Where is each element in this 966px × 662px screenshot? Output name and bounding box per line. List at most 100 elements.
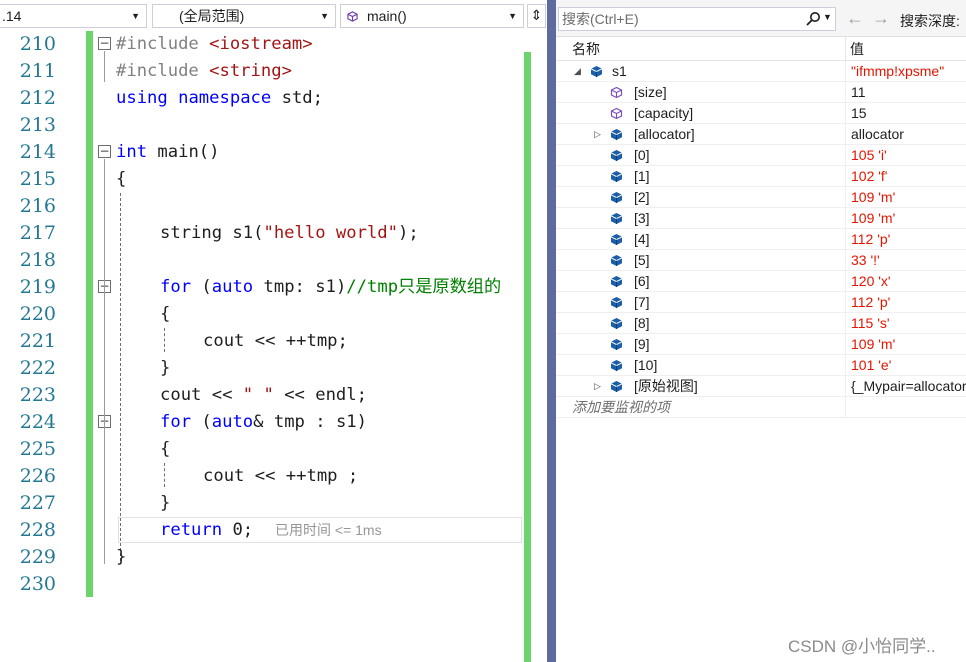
watch-value[interactable]: 120 'x': [851, 271, 891, 292]
column-divider: [845, 208, 846, 229]
code-line-221: cout << ++tmp;: [203, 328, 348, 355]
watch-name: [capacity]: [634, 105, 694, 121]
watch-row[interactable]: [capacity] 15: [556, 103, 966, 124]
code-line-210: #include <iostream>: [116, 31, 313, 58]
keyword: auto: [211, 412, 254, 432]
code-line-217: string s1("hello world");: [160, 220, 419, 247]
watch-value[interactable]: allocator: [851, 124, 904, 145]
column-divider: [845, 313, 846, 334]
watch-name: [7]: [634, 294, 650, 310]
watch-value[interactable]: 101 'e': [851, 355, 891, 376]
search-icon[interactable]: [805, 11, 821, 27]
column-divider: [845, 376, 846, 397]
watch-row[interactable]: [6] 120 'x': [556, 271, 966, 292]
watch-value[interactable]: 105 'i': [851, 145, 887, 166]
function-dropdown-value: main(): [367, 8, 407, 24]
add-watch-placeholder[interactable]: 添加要监视的项: [572, 397, 670, 418]
watch-toolbar: ▼ ← → 搜索深度:: [556, 0, 966, 37]
preprocessor-token: #include: [116, 61, 210, 81]
code-text: cout << ++tmp;: [203, 331, 348, 351]
watch-name: [4]: [634, 231, 650, 247]
watch-row[interactable]: [0] 105 'i': [556, 145, 966, 166]
code-line-220: {: [160, 301, 170, 328]
code-editor-pane[interactable]: .14 ▼ (全局范围) ▼ main() ▼ ⇕ 210 211 212 213 21…: [0, 0, 547, 662]
watch-row[interactable]: [5] 33 '!': [556, 250, 966, 271]
code-text: tmp: s1): [253, 277, 347, 297]
back-arrow-icon[interactable]: ←: [846, 8, 864, 28]
code-text: }: [116, 547, 127, 567]
method-cube-icon: [347, 11, 358, 22]
expand-arrow-icon[interactable]: ▷: [594, 128, 604, 140]
keyword: for: [160, 412, 192, 432]
watch-value[interactable]: 102 'f': [851, 166, 887, 187]
include-outline-guide: [104, 51, 105, 82]
watch-name: [5]: [634, 252, 650, 268]
watch-value[interactable]: 112 'p': [851, 292, 890, 313]
watch-value[interactable]: {_Mypair=allocator: [851, 376, 966, 397]
keyword: int: [116, 142, 148, 162]
collapse-icon[interactable]: −: [98, 145, 111, 158]
watch-row[interactable]: [3] 109 'm': [556, 208, 966, 229]
code-line-225: {: [160, 436, 170, 463]
watch-row[interactable]: [9] 109 'm': [556, 334, 966, 355]
watch-value[interactable]: 109 'm': [851, 334, 895, 355]
watch-value[interactable]: 109 'm': [851, 187, 895, 208]
watch-row[interactable]: [4] 112 'p': [556, 229, 966, 250]
column-divider[interactable]: [845, 37, 846, 61]
perf-tip[interactable]: 已用时间 <= 1ms: [275, 521, 382, 539]
forward-arrow-icon[interactable]: →: [872, 8, 890, 28]
column-header-value[interactable]: 值: [850, 37, 864, 61]
string-literal: " ": [242, 385, 274, 405]
chevron-down-icon: ▼: [131, 11, 140, 21]
function-dropdown[interactable]: main() ▼: [340, 4, 524, 28]
function-outline-guide: [104, 159, 105, 564]
search-box[interactable]: ▼: [558, 7, 836, 31]
watch-row[interactable]: ▷ [原始视图] {_Mypair=allocator: [556, 376, 966, 397]
project-dropdown[interactable]: .14 ▼: [0, 4, 147, 28]
watch-row[interactable]: [1] 102 'f': [556, 166, 966, 187]
watch-window: ▼ ← → 搜索深度: 名称 值 ◢ s1 "ifmmp!xpsme" [size] 1…: [556, 0, 966, 662]
split-window-button[interactable]: ⇕: [527, 4, 546, 28]
code-text: string s1(: [160, 223, 264, 243]
watch-row[interactable]: [size] 11: [556, 82, 966, 103]
column-header-name[interactable]: 名称: [572, 37, 600, 61]
chevron-down-icon[interactable]: ▼: [823, 12, 832, 22]
watch-name: [size]: [634, 84, 667, 100]
column-divider: [845, 334, 846, 355]
code-line-215: {: [116, 166, 126, 193]
watch-value[interactable]: 115 's': [851, 313, 890, 334]
code-line-223: cout << " " << endl;: [160, 382, 367, 409]
code-line-224: for (auto& tmp : s1): [160, 409, 367, 436]
watch-row[interactable]: [8] 115 's': [556, 313, 966, 334]
column-divider: [845, 145, 846, 166]
chevron-down-icon: ▼: [320, 11, 329, 21]
pane-splitter[interactable]: [547, 0, 556, 662]
watch-value[interactable]: 109 'm': [851, 208, 895, 229]
watch-row[interactable]: ▷ [allocator] allocator: [556, 124, 966, 145]
collapse-arrow-icon[interactable]: ◢: [574, 65, 584, 77]
watch-row[interactable]: [10] 101 'e': [556, 355, 966, 376]
keyword: auto: [211, 277, 254, 297]
block-guide: [120, 193, 121, 561]
watch-row[interactable]: ◢ s1 "ifmmp!xpsme": [556, 61, 966, 82]
code-area[interactable]: − − − − #include <iostream> #include <st…: [0, 31, 524, 662]
scope-dropdown[interactable]: (全局范围) ▼: [152, 4, 336, 28]
watch-name: [0]: [634, 147, 650, 163]
watch-value[interactable]: 33 '!': [851, 250, 880, 271]
code-text: std;: [271, 88, 323, 108]
scrollbar-change-strip[interactable]: [524, 52, 531, 662]
expand-arrow-icon[interactable]: ▷: [594, 380, 604, 392]
watch-name: [allocator]: [634, 126, 695, 142]
collapse-icon[interactable]: −: [98, 37, 111, 50]
column-divider: [845, 124, 846, 145]
search-input[interactable]: [559, 8, 799, 30]
watch-value[interactable]: 112 'p': [851, 229, 890, 250]
watch-value[interactable]: 15: [851, 103, 867, 124]
watch-row[interactable]: [7] 112 'p': [556, 292, 966, 313]
watch-value[interactable]: "ifmmp!xpsme": [851, 61, 944, 82]
watch-row[interactable]: [2] 109 'm': [556, 187, 966, 208]
watch-value[interactable]: 11: [851, 82, 866, 103]
add-watch-row[interactable]: 添加要监视的项: [556, 397, 966, 418]
column-divider: [845, 355, 846, 376]
watch-column-header: 名称 值: [556, 37, 966, 61]
